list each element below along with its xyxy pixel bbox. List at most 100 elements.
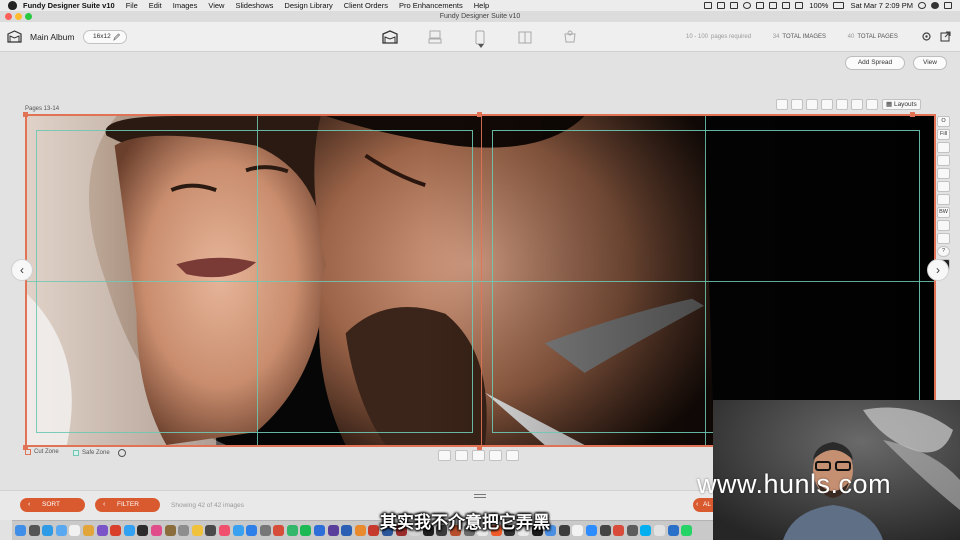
resize-handle[interactable] — [23, 112, 28, 117]
previous-spread-button[interactable]: ‹ — [11, 259, 33, 281]
export-icon[interactable] — [940, 31, 951, 42]
spotify-icon[interactable] — [300, 525, 312, 536]
brush-tool-icon[interactable] — [506, 450, 519, 461]
minimize-window-button[interactable] — [15, 13, 22, 20]
screen-icon[interactable] — [704, 2, 713, 9]
sort-button[interactable]: ‹ SORT — [20, 498, 85, 512]
app-icon[interactable] — [286, 525, 298, 536]
menu-help[interactable]: Help — [474, 1, 489, 10]
apple-icon[interactable] — [8, 1, 17, 10]
twitter-icon[interactable] — [123, 525, 135, 536]
search-icon[interactable] — [918, 2, 926, 9]
camera-icon[interactable] — [717, 2, 726, 9]
crosshair-icon[interactable] — [937, 181, 950, 192]
finder-icon[interactable] — [15, 525, 26, 536]
settings-icon[interactable] — [921, 31, 932, 42]
menu-list-icon[interactable] — [944, 2, 952, 9]
link-icon[interactable] — [791, 99, 803, 110]
app-icon[interactable] — [205, 525, 217, 536]
app-icon[interactable] — [354, 525, 366, 536]
view-button[interactable]: View — [913, 56, 947, 70]
calendar-icon[interactable] — [69, 525, 81, 536]
zoom-icon[interactable] — [585, 525, 597, 536]
text-tool-icon[interactable] — [806, 99, 818, 110]
contrast-icon[interactable] — [937, 194, 950, 205]
add-spread-button[interactable]: Add Spread — [845, 56, 905, 70]
chrome-icon[interactable] — [82, 525, 94, 536]
app-icon[interactable] — [572, 525, 584, 536]
app-icon[interactable] — [137, 525, 149, 536]
tool-circle[interactable]: O — [937, 116, 950, 127]
pencil-tool-icon[interactable] — [455, 450, 468, 461]
app-icon[interactable] — [191, 525, 203, 536]
menu-client-orders[interactable]: Client Orders — [344, 1, 388, 10]
cloud-icon[interactable] — [730, 2, 739, 9]
resize-handle[interactable] — [477, 112, 482, 117]
app-icon[interactable] — [368, 525, 380, 536]
tool-bw[interactable]: BW — [937, 207, 950, 218]
width-tool-icon[interactable] — [489, 450, 502, 461]
tool-help[interactable]: ? — [937, 246, 950, 257]
gallery-icon[interactable] — [515, 29, 535, 45]
menubar-clock[interactable]: Sat Mar 7 2:09 PM — [850, 1, 913, 10]
bluetooth-icon[interactable] — [769, 2, 778, 9]
app-icon[interactable] — [96, 525, 108, 536]
album-tool-icon[interactable] — [472, 450, 485, 461]
next-spread-button[interactable]: › — [927, 259, 949, 281]
app-icon[interactable] — [667, 525, 679, 536]
album-spread[interactable] — [25, 114, 936, 447]
whatsapp-icon[interactable] — [681, 525, 693, 536]
app-icon[interactable] — [626, 525, 638, 536]
album-size-selector[interactable]: 16x12 — [83, 30, 127, 44]
menu-file[interactable]: File — [126, 1, 138, 10]
menu-edit[interactable]: Edit — [149, 1, 162, 10]
battery-icon[interactable] — [833, 2, 845, 9]
app-icon[interactable] — [327, 525, 339, 536]
filter-button[interactable]: ‹ FILTER — [95, 498, 160, 512]
brush-icon[interactable] — [937, 220, 950, 231]
skype-icon[interactable] — [640, 525, 652, 536]
user-icon[interactable] — [931, 2, 939, 9]
eyedropper-icon[interactable] — [851, 99, 863, 110]
zoom-window-button[interactable] — [25, 13, 32, 20]
app-icon[interactable] — [164, 525, 176, 536]
app-icon[interactable] — [653, 525, 665, 536]
album-name[interactable]: Main Album — [30, 32, 74, 42]
mail-icon[interactable] — [55, 525, 67, 536]
menu-slideshows[interactable]: Slideshows — [235, 1, 273, 10]
app-icon[interactable] — [341, 525, 353, 536]
preview-eye-icon[interactable] — [866, 99, 878, 110]
cart-icon[interactable] — [560, 29, 580, 45]
app-icon[interactable] — [613, 525, 625, 536]
close-window-button[interactable] — [5, 13, 12, 20]
app-icon[interactable] — [314, 525, 326, 536]
app-icon[interactable] — [232, 525, 244, 536]
help-icon[interactable] — [117, 449, 126, 457]
zoom-icon[interactable] — [776, 99, 788, 110]
album-icon[interactable] — [7, 30, 22, 43]
tray-grip-handle[interactable] — [474, 494, 486, 498]
menu-pro-enhancements[interactable]: Pro Enhancements — [399, 1, 463, 10]
app-icon[interactable] — [599, 525, 611, 536]
circle-tool-icon[interactable] — [438, 450, 451, 461]
volume-icon[interactable] — [782, 2, 791, 9]
launchpad-icon[interactable] — [28, 525, 40, 536]
music-icon[interactable] — [218, 525, 230, 536]
rotate-icon[interactable] — [937, 168, 950, 179]
phone-icon[interactable] — [470, 29, 490, 45]
wifi-icon[interactable] — [795, 2, 804, 9]
app-icon[interactable] — [178, 525, 190, 536]
duplicate-icon[interactable] — [937, 155, 950, 166]
shape-icon[interactable] — [836, 99, 848, 110]
menu-app[interactable]: Fundy Designer Suite v10 — [23, 1, 115, 10]
menu-images[interactable]: Images — [173, 1, 198, 10]
app-icon[interactable] — [558, 525, 570, 536]
layouts-button[interactable]: ▦ Layouts — [882, 99, 921, 110]
app-icon[interactable] — [150, 525, 162, 536]
menu-view[interactable]: View — [208, 1, 224, 10]
record-icon[interactable] — [743, 2, 752, 9]
resize-handle[interactable] — [910, 112, 915, 117]
app-store-icon[interactable] — [246, 525, 258, 536]
layers-icon[interactable] — [821, 99, 833, 110]
pencil-icon[interactable] — [937, 142, 950, 153]
